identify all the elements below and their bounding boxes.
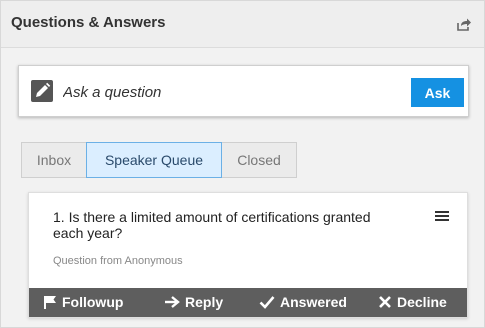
- x-icon: [379, 296, 391, 308]
- decline-label: Decline: [397, 294, 447, 310]
- share-icon[interactable]: [456, 16, 472, 32]
- panel-title: Questions & Answers: [11, 14, 166, 31]
- ask-question-box: Ask: [18, 65, 469, 117]
- question-action-bar: Followup Reply Answered Decline: [29, 288, 467, 317]
- flag-icon: [44, 296, 56, 309]
- panel-header: Questions & Answers: [1, 1, 484, 48]
- question-card: 1. Is there a limited amount of certific…: [28, 192, 468, 318]
- answered-label: Answered: [280, 294, 347, 310]
- tab-inbox[interactable]: Inbox: [21, 142, 87, 178]
- queue-tabs: Inbox Speaker Queue Closed: [21, 142, 297, 178]
- ask-button[interactable]: Ask: [411, 78, 464, 107]
- answered-button[interactable]: Answered: [259, 294, 347, 310]
- decline-button[interactable]: Decline: [378, 294, 447, 310]
- question-number: 1.: [53, 209, 65, 225]
- question-author: Question from Anonymous: [53, 255, 183, 267]
- check-icon: [259, 296, 275, 309]
- qa-panel: Questions & Answers Ask Inbox Speaker Qu…: [0, 0, 485, 328]
- tab-closed[interactable]: Closed: [221, 142, 297, 178]
- followup-label: Followup: [62, 294, 124, 310]
- followup-button[interactable]: Followup: [43, 294, 123, 310]
- reply-label: Reply: [185, 294, 224, 310]
- question-body: Is there a limited amount of certificati…: [53, 209, 371, 241]
- arrow-right-icon: [165, 296, 180, 308]
- ask-question-input[interactable]: [63, 82, 363, 102]
- pencil-icon: [31, 80, 53, 102]
- tab-speaker-queue[interactable]: Speaker Queue: [86, 142, 222, 178]
- question-text: 1. Is there a limited amount of certific…: [53, 209, 393, 241]
- reply-button[interactable]: Reply: [164, 294, 223, 310]
- hamburger-menu-icon[interactable]: [435, 208, 449, 221]
